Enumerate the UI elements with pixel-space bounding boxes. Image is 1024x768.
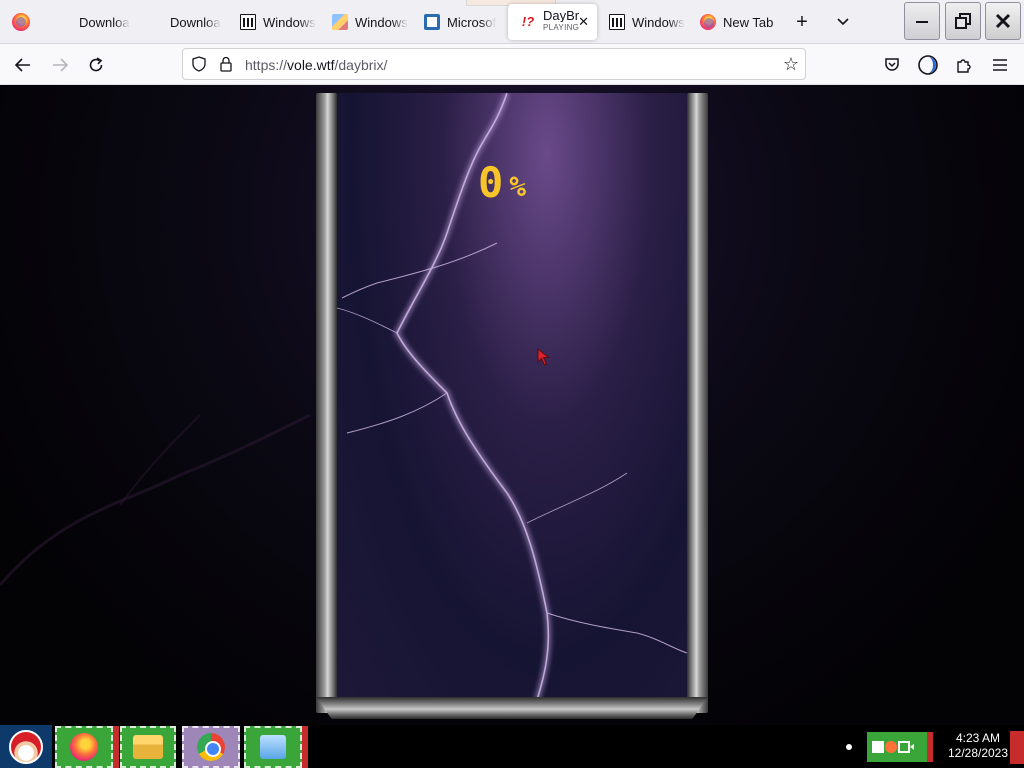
pocket-button[interactable] [877, 50, 907, 80]
extensions-button[interactable] [949, 50, 979, 80]
forward-button[interactable] [45, 50, 75, 80]
microsoft-icon [147, 14, 163, 30]
clock-date: 12/28/2023 [947, 746, 1009, 760]
daybrix-icon: !? [521, 14, 535, 29]
restore-button[interactable] [945, 2, 981, 40]
taskbar-chrome[interactable] [182, 726, 240, 768]
close-tab-icon[interactable]: ✕ [578, 14, 589, 30]
tab-strip: Downloa Downloa Windows Windows Microsof… [0, 0, 1024, 44]
picture-icon [332, 14, 348, 30]
library-icon [609, 14, 625, 30]
taskbar-button-edge [302, 726, 308, 768]
flag-icon[interactable] [871, 741, 884, 753]
menu-button[interactable] [985, 50, 1015, 80]
back-button[interactable] [8, 50, 38, 80]
mouse-cursor-icon [537, 348, 550, 366]
chrome-icon [197, 733, 225, 761]
navigation-toolbar: https://vole.wtf/daybrix/ ☆ [0, 44, 1024, 85]
tab-label: Windows [355, 14, 408, 30]
tab-download-1[interactable]: Downloa [44, 4, 132, 40]
tab-windows-3[interactable]: Windows [597, 4, 685, 40]
system-tray[interactable]: 🔈︎ [867, 732, 933, 762]
tab-new-tab[interactable]: New Tab [688, 4, 784, 40]
list-all-tabs-button[interactable] [832, 8, 854, 36]
folder-icon [133, 735, 163, 759]
progress-value: 0 [478, 158, 504, 207]
close-window-button[interactable] [985, 2, 1021, 40]
document-icon [424, 14, 440, 30]
tab-windows-1[interactable]: Windows [228, 4, 316, 40]
taskbar-clock[interactable]: 4:23 AM 12/28/2023 [940, 731, 1016, 761]
minimize-button[interactable] [904, 2, 940, 40]
app-window-icon [260, 735, 286, 759]
tab-microsoft[interactable]: Microsof [412, 4, 502, 40]
forward-arrow-icon [53, 58, 69, 72]
bookmark-star-icon[interactable]: ☆ [783, 54, 799, 75]
tab-label: New Tab [723, 14, 774, 30]
firefox-icon [70, 733, 98, 761]
game-page: 0 % [0, 85, 1024, 725]
url-host: vole.wtf [287, 57, 335, 73]
tab-title-block: DayBri PLAYING [543, 10, 579, 34]
firefox-icon [700, 14, 716, 30]
firefox-tray-icon[interactable] [884, 741, 897, 753]
url-scheme: https:// [245, 57, 288, 73]
taskbar-app[interactable] [244, 726, 308, 768]
microsoft-icon [56, 14, 72, 30]
tab-label: Windows [263, 14, 316, 30]
progress-unit: % [509, 170, 527, 203]
minimize-icon [916, 21, 928, 23]
notification-dot-icon[interactable] [846, 744, 852, 750]
lock-icon[interactable] [219, 56, 233, 72]
reload-button[interactable] [81, 50, 111, 80]
firefox-view-button[interactable] [0, 0, 42, 44]
restore-icon [955, 13, 971, 29]
reload-icon [89, 57, 103, 72]
url-path: /daybrix/ [334, 57, 388, 73]
taskbar-button-edge [113, 726, 119, 768]
volume-icon[interactable]: 🔈︎ [911, 741, 923, 753]
start-button[interactable] [0, 725, 52, 768]
library-icon [240, 14, 256, 30]
tracking-protection-shield-icon[interactable] [191, 56, 207, 72]
santa-start-icon [9, 729, 43, 764]
tab-label: DayBri [543, 10, 579, 22]
account-icon [918, 55, 938, 75]
network-icon[interactable] [897, 741, 910, 753]
windows-taskbar: 🔈︎ 4:23 AM 12/28/2023 [0, 725, 1024, 768]
back-arrow-icon [14, 58, 30, 72]
chevron-down-icon [837, 18, 849, 26]
url-text[interactable]: https://vole.wtf/daybrix/ [245, 57, 387, 73]
puzzle-icon [957, 59, 971, 73]
address-bar[interactable]: https://vole.wtf/daybrix/ ☆ [182, 48, 806, 80]
tab-windows-2[interactable]: Windows [320, 4, 410, 40]
new-tab-button[interactable]: + [790, 8, 814, 36]
tab-daybrix[interactable]: !? DayBri PLAYING ✕ [508, 4, 597, 40]
tab-label: Microsof [447, 14, 497, 30]
tab-download-2[interactable]: Downloa [135, 4, 223, 40]
taskbar-firefox[interactable] [55, 726, 119, 768]
tab-label: Downloa [170, 14, 221, 30]
tab-playing-status: PLAYING [543, 23, 579, 32]
pocket-icon [885, 58, 899, 71]
account-button[interactable] [913, 50, 943, 80]
show-desktop-button[interactable] [1010, 731, 1024, 764]
tab-label: Downloa [79, 14, 130, 30]
well-frame-right [687, 93, 708, 713]
taskbar-file-explorer[interactable] [120, 726, 176, 768]
hamburger-menu-icon [993, 59, 1007, 71]
close-icon [995, 13, 1011, 29]
well-frame-left [316, 93, 337, 713]
progress-readout: 0 % [478, 161, 526, 205]
well-frame-bottom [316, 697, 708, 719]
clock-time: 4:23 AM [955, 731, 1001, 745]
firefox-icon [12, 13, 30, 31]
tab-label: Windows [632, 14, 685, 30]
